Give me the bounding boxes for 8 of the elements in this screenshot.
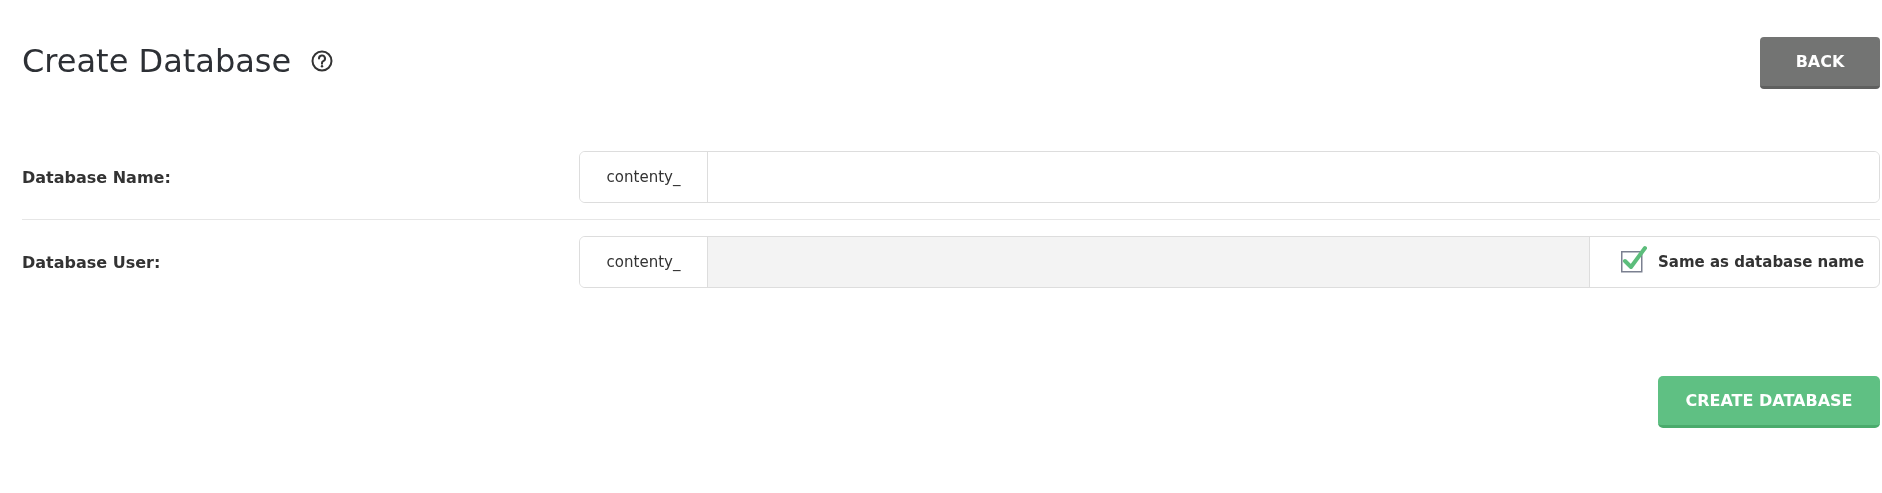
page-title: Create Database <box>22 42 292 80</box>
back-button[interactable]: BACK <box>1760 37 1880 89</box>
help-icon[interactable] <box>311 50 334 72</box>
field-label: Database User: <box>22 252 162 272</box>
input-prefix: contenty_ <box>580 152 708 202</box>
input-field[interactable]: contenty_ <box>579 151 1880 203</box>
field-label: Database Name: <box>22 167 172 187</box>
input-prefix: contenty_ <box>580 237 708 287</box>
